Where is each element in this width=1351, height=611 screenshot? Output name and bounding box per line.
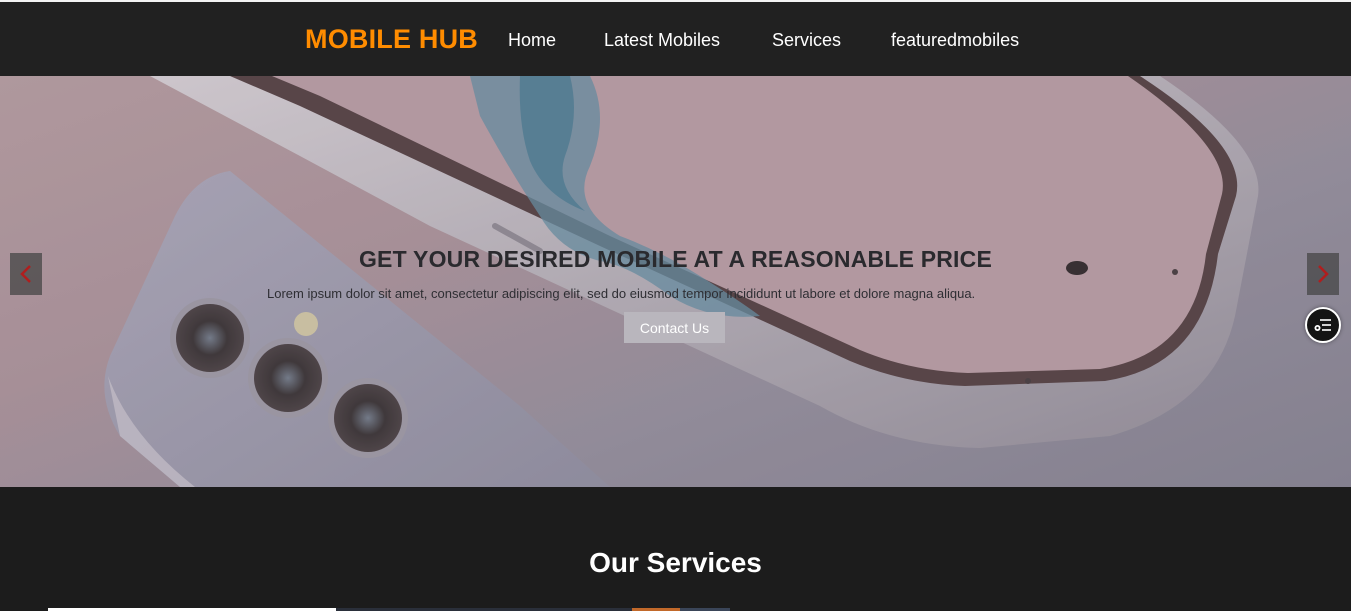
carousel-prev-button[interactable] [10,253,42,295]
navbar: MOBILE HUB Home Latest Mobiles Services … [0,2,1351,76]
settings-list-icon [1314,319,1331,331]
hero-description: Lorem ipsum dolor sit amet, consectetur … [267,286,976,301]
contact-us-button[interactable]: Contact Us [624,312,725,343]
services-heading: Our Services [589,547,762,578]
nav-link-latest-mobiles[interactable]: Latest Mobiles [604,30,720,51]
hero-carousel: GET YOUR DESIRED MOBILE AT A REASONABLE … [0,76,1351,487]
brand-logo[interactable]: MOBILE HUB [305,24,478,55]
chevron-left-icon [20,265,31,283]
chevron-right-icon [1318,265,1329,283]
nav-link-featured-mobiles[interactable]: featuredmobiles [891,30,1019,51]
nav-link-home[interactable]: Home [508,30,556,51]
carousel-next-button[interactable] [1307,253,1339,295]
nav-link-services[interactable]: Services [772,30,841,51]
floating-settings-button[interactable] [1305,307,1341,343]
hero-phone-image [0,76,1351,487]
hero-title: GET YOUR DESIRED MOBILE AT A REASONABLE … [358,246,993,272]
